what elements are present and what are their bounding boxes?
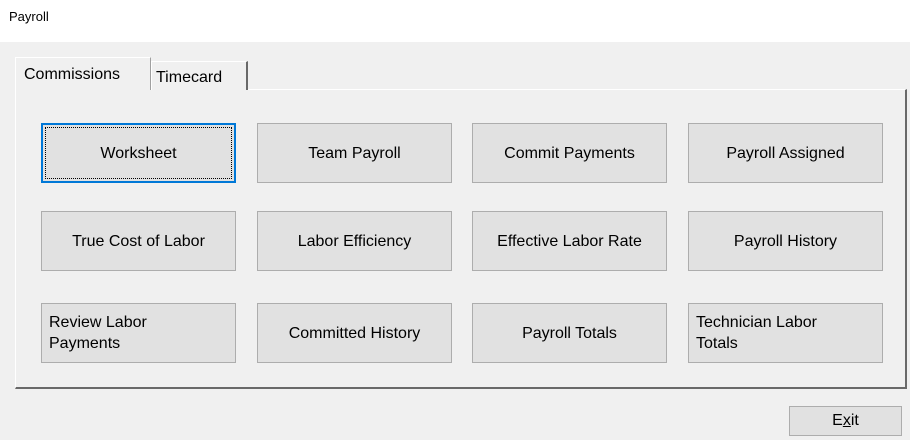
effective-labor-rate-button-label: Effective Labor Rate [497,232,642,250]
technician-labor-totals-button[interactable]: Technician Labor Totals [688,303,883,363]
payroll-assigned-button[interactable]: Payroll Assigned [688,123,883,183]
payroll-history-button[interactable]: Payroll History [688,211,883,271]
labor-efficiency-button-label: Labor Efficiency [297,232,412,250]
committed-history-button-label: Committed History [288,324,421,342]
committed-history-button[interactable]: Committed History [257,303,452,363]
exit-button[interactable]: Exit [789,406,902,436]
review-labor-payments-button-label: Review Labor Payments [49,314,147,352]
payroll-history-button-label: Payroll History [733,232,838,250]
exit-label-suffix: it [850,412,859,429]
review-labor-payments-button[interactable]: Review Labor Payments [41,303,236,363]
worksheet-button[interactable]: Worksheet [41,123,236,183]
exit-label-mnemonic: x [842,412,851,429]
focus-indicator [45,127,232,179]
payroll-totals-button[interactable]: Payroll Totals [472,303,667,363]
payroll-assigned-button-label: Payroll Assigned [726,144,845,162]
tab-timecard[interactable]: Timecard [151,61,248,90]
payroll-totals-button-label: Payroll Totals [522,324,617,342]
true-cost-of-labor-button-label: True Cost of Labor [72,232,205,250]
technician-labor-totals-button-label: Technician Labor Totals [696,314,817,352]
commit-payments-button[interactable]: Commit Payments [472,123,667,183]
labor-efficiency-button[interactable]: Labor Efficiency [257,211,452,271]
commissions-tab-panel: Worksheet Team Payroll Commit Payments P… [15,89,907,389]
team-payroll-button[interactable]: Team Payroll [257,123,452,183]
team-payroll-button-label: Team Payroll [308,144,401,162]
exit-label-prefix: E [832,412,843,429]
payroll-window: Payroll Commissions Timecard Worksheet T… [0,0,910,440]
tab-commissions[interactable]: Commissions [15,57,151,90]
true-cost-of-labor-button[interactable]: True Cost of Labor [41,211,236,271]
title-bar: Payroll [0,0,910,42]
effective-labor-rate-button[interactable]: Effective Labor Rate [472,211,667,271]
window-title: Payroll [9,9,49,24]
commit-payments-button-label: Commit Payments [504,144,635,162]
